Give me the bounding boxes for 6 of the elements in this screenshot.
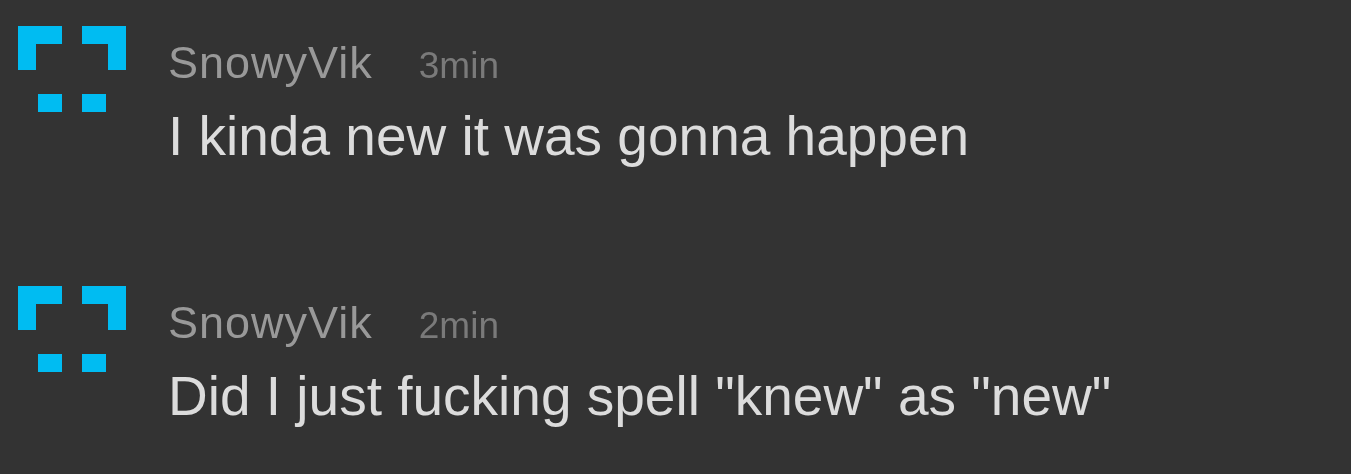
author-name: SnowyVik — [168, 40, 373, 85]
author-name: SnowyVik — [168, 300, 373, 345]
avatar-icon — [18, 26, 126, 112]
timestamp: 3min — [418, 47, 499, 84]
timestamp: 2min — [418, 307, 499, 344]
avatar-icon — [18, 286, 126, 372]
